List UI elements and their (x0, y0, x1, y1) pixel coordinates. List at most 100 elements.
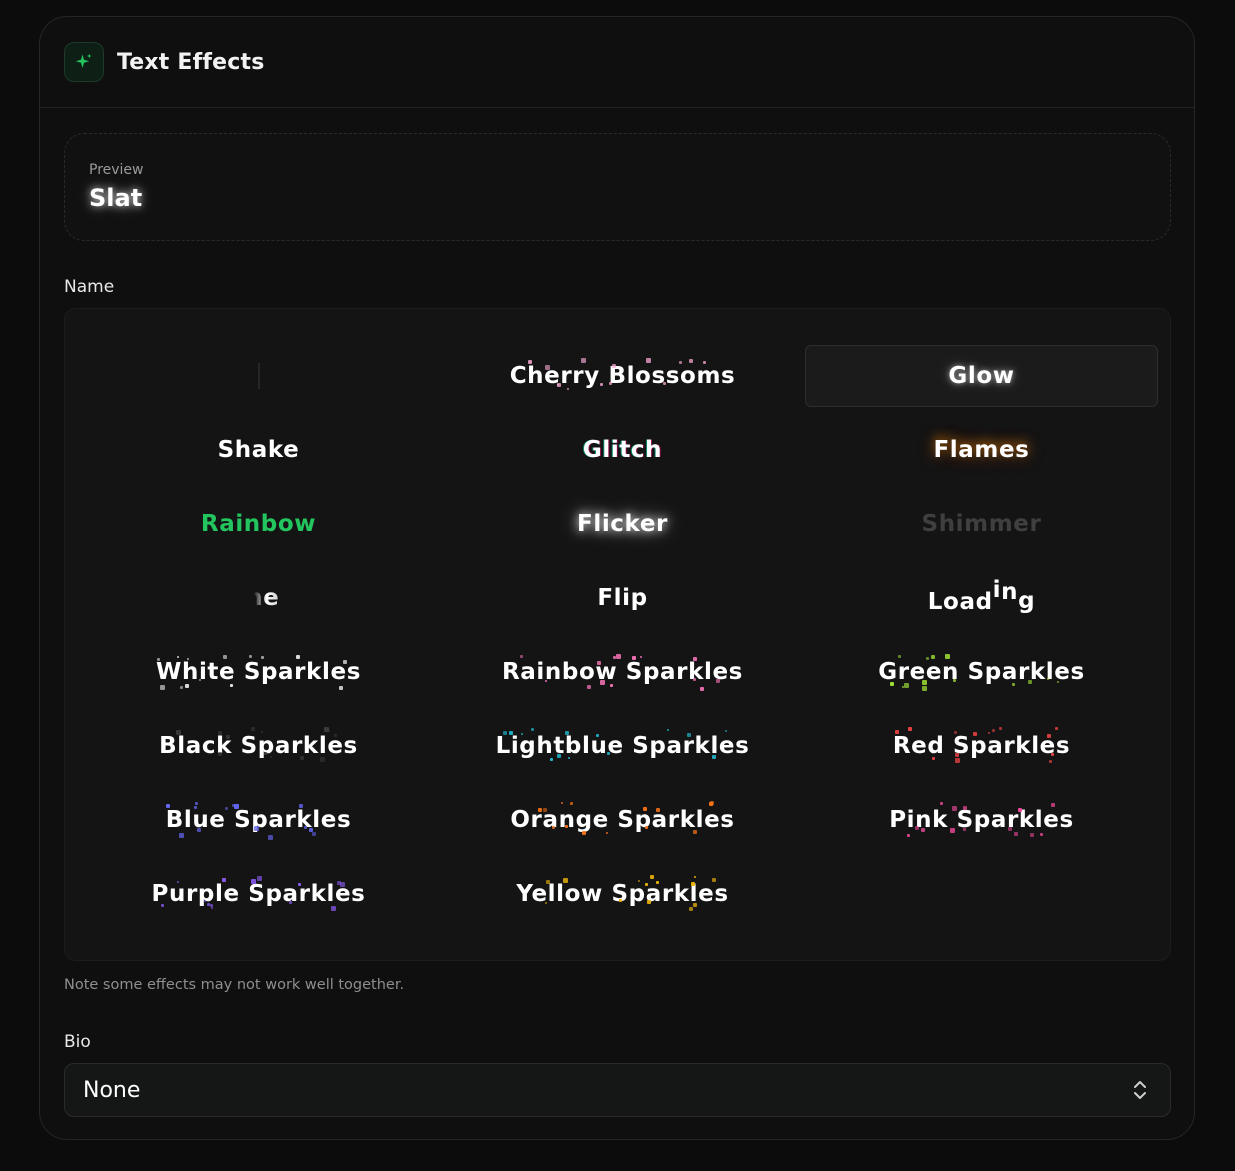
sparkle-effect: Cherry Blossoms (509, 357, 736, 390)
card-header: Text Effects (40, 17, 1194, 108)
effect-label: Black Sparkles (159, 733, 358, 759)
effect-option-shake[interactable]: Shake (82, 419, 435, 481)
effect-option-red-sparkles[interactable]: Red Sparkles (805, 715, 1158, 777)
effect-label: Shake (217, 437, 300, 463)
effect-label: Blue Sparkles (165, 807, 352, 833)
effect-option-loading[interactable]: Loading (805, 567, 1158, 629)
name-label: Name (64, 277, 115, 297)
effect-option-glitch[interactable]: Glitch (446, 419, 799, 481)
sparkle-effect: Yellow Sparkles (516, 875, 729, 912)
sparkle-dot (699, 686, 704, 691)
sparkle-dot (906, 834, 910, 838)
sparkle-dot (560, 801, 563, 804)
effect-option-pink-sparkles[interactable]: Pink Sparkles (805, 789, 1158, 851)
effect-label: Green Sparkles (878, 659, 1085, 685)
effect-option-cherry-blossoms[interactable]: Cherry Blossoms (446, 345, 799, 407)
effects-note: Note some effects may not work well toge… (64, 977, 405, 993)
effect-label: Flicker (577, 511, 668, 537)
effect-label: Yellow Sparkles (516, 881, 729, 907)
effect-option-flip[interactable]: Flip (446, 567, 799, 629)
effect-label: Flip (597, 585, 648, 611)
page-title: Text Effects (117, 49, 265, 75)
sparkle-dot (580, 357, 586, 363)
sparkle-dot (667, 728, 670, 731)
sparkle-dot (531, 727, 535, 731)
sparkle-effect: Blue Sparkles (165, 802, 352, 840)
bio-select[interactable]: None (64, 1063, 1171, 1117)
effect-option-ine[interactable]: ine (82, 567, 435, 629)
effect-label: White Sparkles (156, 659, 361, 685)
sparkle-dot (1054, 727, 1058, 731)
sparkle-effect: Lightblue Sparkles (496, 727, 750, 761)
name-effects-grid: Cherry Blossoms Glow Shake Glitch Flames Rain… (64, 308, 1171, 961)
effect-label: ine (237, 585, 280, 611)
sparkle-effect: Purple Sparkles (151, 875, 366, 912)
sparkle-dot (998, 727, 1002, 731)
effect-option-flicker[interactable]: Flicker (446, 493, 799, 555)
effect-label: Cherry Blossoms (509, 363, 736, 389)
effect-label: Shimmer (921, 511, 1042, 537)
effect-option-lightblue-sparkles[interactable]: Lightblue Sparkles (446, 715, 799, 777)
sparkle-dot (688, 907, 693, 912)
effect-option-shimmer[interactable]: Shimmer (805, 493, 1158, 555)
effect-option-rainbow-sparkles[interactable]: Rainbow Sparkles (446, 641, 799, 703)
sparkle-dot (640, 655, 643, 658)
sparkle-dot (921, 685, 927, 691)
sparkle-dot (339, 685, 344, 690)
sparkle-dot (586, 684, 591, 689)
effect-option-glow[interactable]: Glow (805, 345, 1158, 407)
effect-label: Loading (927, 577, 1036, 615)
effect-label: Purple Sparkles (151, 881, 366, 907)
sparkle-effect: Red Sparkles (892, 727, 1071, 764)
sparkle-effect: Pink Sparkles (889, 802, 1074, 838)
sparkle-dot (1029, 832, 1034, 837)
sparkle-dot (991, 729, 995, 733)
effect-label: Flames (933, 437, 1030, 463)
bio-label: Bio (64, 1032, 91, 1052)
effect-option-flames[interactable]: Flames (805, 419, 1158, 481)
text-effects-card: Text Effects Preview Slat Name Cherry Bl… (39, 16, 1195, 1140)
sparkle-effect: Rainbow Sparkles (502, 653, 743, 691)
sparkle-dot (251, 727, 256, 732)
effect-label: Red Sparkles (892, 733, 1071, 759)
blank-effect-mark (257, 363, 260, 389)
effect-label: Glitch (582, 437, 663, 463)
effect-option-blue-sparkles[interactable]: Blue Sparkles (82, 789, 435, 851)
sparkle-effect: Green Sparkles (878, 654, 1085, 691)
sparkle-dot (908, 727, 913, 732)
preview-label: Preview (89, 162, 144, 178)
sparkle-dot (519, 654, 523, 658)
sparkle-dot (194, 802, 198, 806)
effect-label: Pink Sparkles (889, 807, 1074, 833)
effect-option-rainbow[interactable]: Rainbow (82, 493, 435, 555)
sparkle-dot (709, 801, 714, 806)
sparkle-dot (569, 801, 573, 805)
preview-box: Preview Slat (64, 133, 1171, 241)
sparkle-dot (649, 875, 654, 880)
effect-label: Rainbow (200, 511, 317, 537)
effect-option-yellow-sparkles[interactable]: Yellow Sparkles (446, 863, 799, 925)
effect-option-green-sparkles[interactable]: Green Sparkles (805, 641, 1158, 703)
chevron-up-down-icon (1132, 1079, 1148, 1107)
sparkle-dot (898, 654, 902, 658)
sparkle-effect: Orange Sparkles (510, 801, 734, 835)
sparkle-icon (64, 42, 104, 82)
sparkle-dot (724, 729, 727, 732)
preview-text: Slat (89, 184, 143, 212)
effect-option-blank[interactable] (82, 345, 435, 407)
effect-option-purple-sparkles[interactable]: Purple Sparkles (82, 863, 435, 925)
effect-option-orange-sparkles[interactable]: Orange Sparkles (446, 789, 799, 851)
sparkle-dot (179, 685, 183, 689)
sparkle-effect: White Sparkles (156, 655, 361, 691)
sparkle-dot (1049, 760, 1053, 764)
effect-option-black-sparkles[interactable]: Black Sparkles (82, 715, 435, 777)
effect-option-white-sparkles[interactable]: White Sparkles (82, 641, 435, 703)
sparkle-dot (179, 833, 185, 839)
effect-label: Glow (948, 363, 1015, 389)
sparkle-dot (940, 802, 944, 806)
effect-label: Rainbow Sparkles (502, 659, 743, 685)
sparkle-dot (327, 728, 331, 732)
sparkle-dot (324, 727, 330, 733)
sparkle-dot (159, 685, 165, 691)
sparkle-dot (1050, 802, 1055, 807)
